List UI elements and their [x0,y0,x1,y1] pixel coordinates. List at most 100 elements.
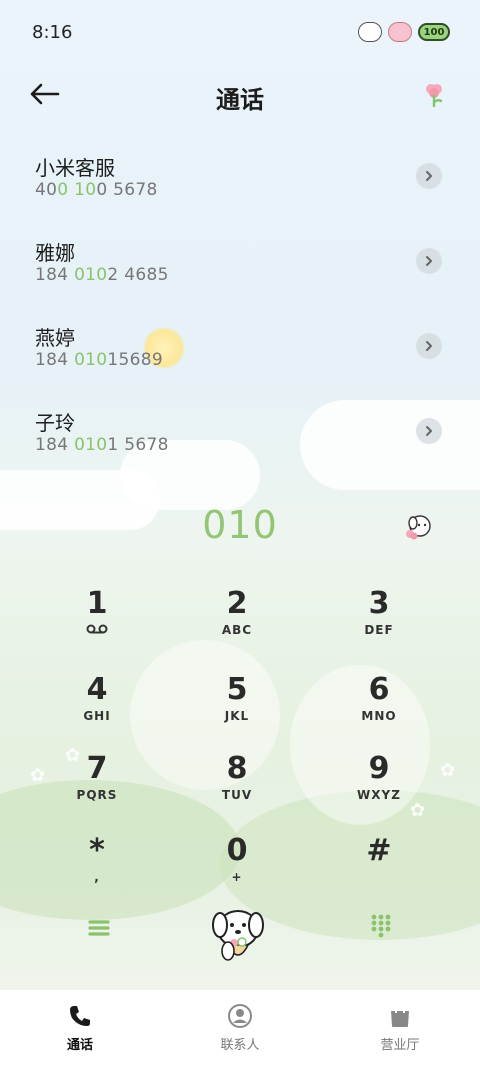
status-bar: 8:16 100 [0,0,480,66]
key-4[interactable]: 4 GHI [37,671,157,741]
key-digit: 1 [86,586,108,621]
key-letters: PQRS [76,788,118,802]
sticker-status-icon [388,22,412,42]
number-match-segment: 010 [74,435,108,455]
contact-suggestion-row[interactable]: 子玲 184 0101 5678 [0,395,480,480]
key-2[interactable]: 2 ABC [177,585,297,655]
key-digit: 5 [226,672,248,707]
tab-label: 营业厅 [380,1038,420,1053]
phone-icon [70,1006,90,1026]
app-header: 通话 [0,70,480,120]
key-letters: JKL [224,709,250,723]
number-segment: 40 [35,180,58,200]
contact-name: 小米客服 [35,156,115,180]
voicemail-icon [37,623,157,637]
number-segment: 0 5678 [96,180,158,200]
dialpad-icon [371,914,391,938]
key-digit: 4 [86,672,108,707]
chevron-right-icon [426,341,432,351]
number-match-segment: 010 [74,350,108,370]
key-letters: ABC [221,623,253,637]
key-digit: 7 [86,751,108,786]
key-digit: 3 [368,586,390,621]
key-letters: TUV [221,788,253,802]
tab-calls[interactable]: 通话 [0,990,160,1067]
key-star[interactable]: * , [37,832,157,902]
contact-number: 184 0102 4685 [35,265,169,285]
battery-level: 100 [423,26,445,38]
key-3[interactable]: 3 DEF [319,585,439,655]
chevron-right-icon [426,426,432,436]
key-digit: 9 [368,751,390,786]
key-digit: # [366,833,392,868]
dog-sticker-icon[interactable] [402,510,434,542]
number-segment: 184 [35,350,75,370]
key-digit: 2 [226,586,248,621]
key-letters: , [94,870,100,884]
shopping-bag-icon [391,1003,409,1027]
number-match-segment: 010 [74,265,108,285]
dog-flower-icon [406,515,431,540]
contact-detail-button[interactable] [416,163,442,189]
hide-keypad-button[interactable] [366,911,396,941]
number-segment: 2 4685 [107,265,169,285]
contact-name: 子玲 [35,411,75,435]
theme-button[interactable] [420,80,448,108]
tab-service-hall[interactable]: 营业厅 [320,990,480,1067]
tab-contacts[interactable]: 联系人 [160,990,320,1067]
sticker-status-icon [358,22,382,42]
key-0[interactable]: 0 + [177,832,297,902]
menu-icon [88,920,110,936]
status-time: 8:16 [32,22,73,43]
battery-icon: 100 [418,23,450,41]
number-segment: 184 [35,435,75,455]
contact-suggestion-row[interactable]: 雅娜 184 0102 4685 [0,225,480,310]
key-digit: 8 [226,751,248,786]
call-button[interactable] [206,899,270,967]
contact-suggestion-list: 小米客服 400 100 5678 雅娜 184 0102 4685 燕婷 18… [0,140,480,480]
key-6[interactable]: 6 MNO [319,671,439,741]
key-5[interactable]: 5 JKL [177,671,297,741]
number-match-segment: 0 [57,180,69,200]
flower-decoration: ✿ [440,760,456,781]
contact-number: 400 100 5678 [35,180,158,200]
status-icons: 100 [358,22,450,42]
contact-detail-button[interactable] [416,333,442,359]
chevron-right-icon [426,256,432,266]
key-letters: DEF [364,623,394,637]
key-7[interactable]: 7 PQRS [37,750,157,820]
number-segment: 1 5678 [107,435,169,455]
key-letters: WXYZ [357,788,401,802]
contact-number: 184 0101 5678 [35,435,169,455]
key-9[interactable]: 9 WXYZ [319,750,439,820]
contact-suggestion-row[interactable]: 燕婷 184 01015689 [0,310,480,395]
chevron-right-icon [426,171,432,181]
key-letters: GHI [83,709,111,723]
flower-icon [426,84,443,108]
key-hash[interactable]: # [319,832,439,902]
key-letters: MNO [361,709,397,723]
bottom-tab-bar: 通话 联系人 营业厅 [0,990,480,1067]
key-digit: 6 [368,672,390,707]
number-match-segment: 10 [74,180,97,200]
number-segment: 15689 [107,350,164,370]
page-title: 通话 [216,86,264,114]
number-segment: 184 [35,265,75,285]
menu-button[interactable] [84,913,114,943]
dog-call-icon [212,910,264,961]
contact-number: 184 01015689 [35,350,163,370]
key-digit: 0 [226,833,248,868]
contact-suggestion-row[interactable]: 小米客服 400 100 5678 [0,140,480,225]
key-letters: + [231,870,243,884]
tab-label: 通话 [66,1038,93,1053]
dialer-action-row [0,895,480,975]
key-1[interactable]: 1 [37,585,157,655]
contacts-icon [228,1004,252,1028]
contact-detail-button[interactable] [416,248,442,274]
key-8[interactable]: 8 TUV [177,750,297,820]
tab-label: 联系人 [220,1038,260,1053]
contact-name: 燕婷 [35,326,75,350]
contact-detail-button[interactable] [416,418,442,444]
key-digit: * [89,833,105,868]
contact-name: 雅娜 [35,241,75,265]
